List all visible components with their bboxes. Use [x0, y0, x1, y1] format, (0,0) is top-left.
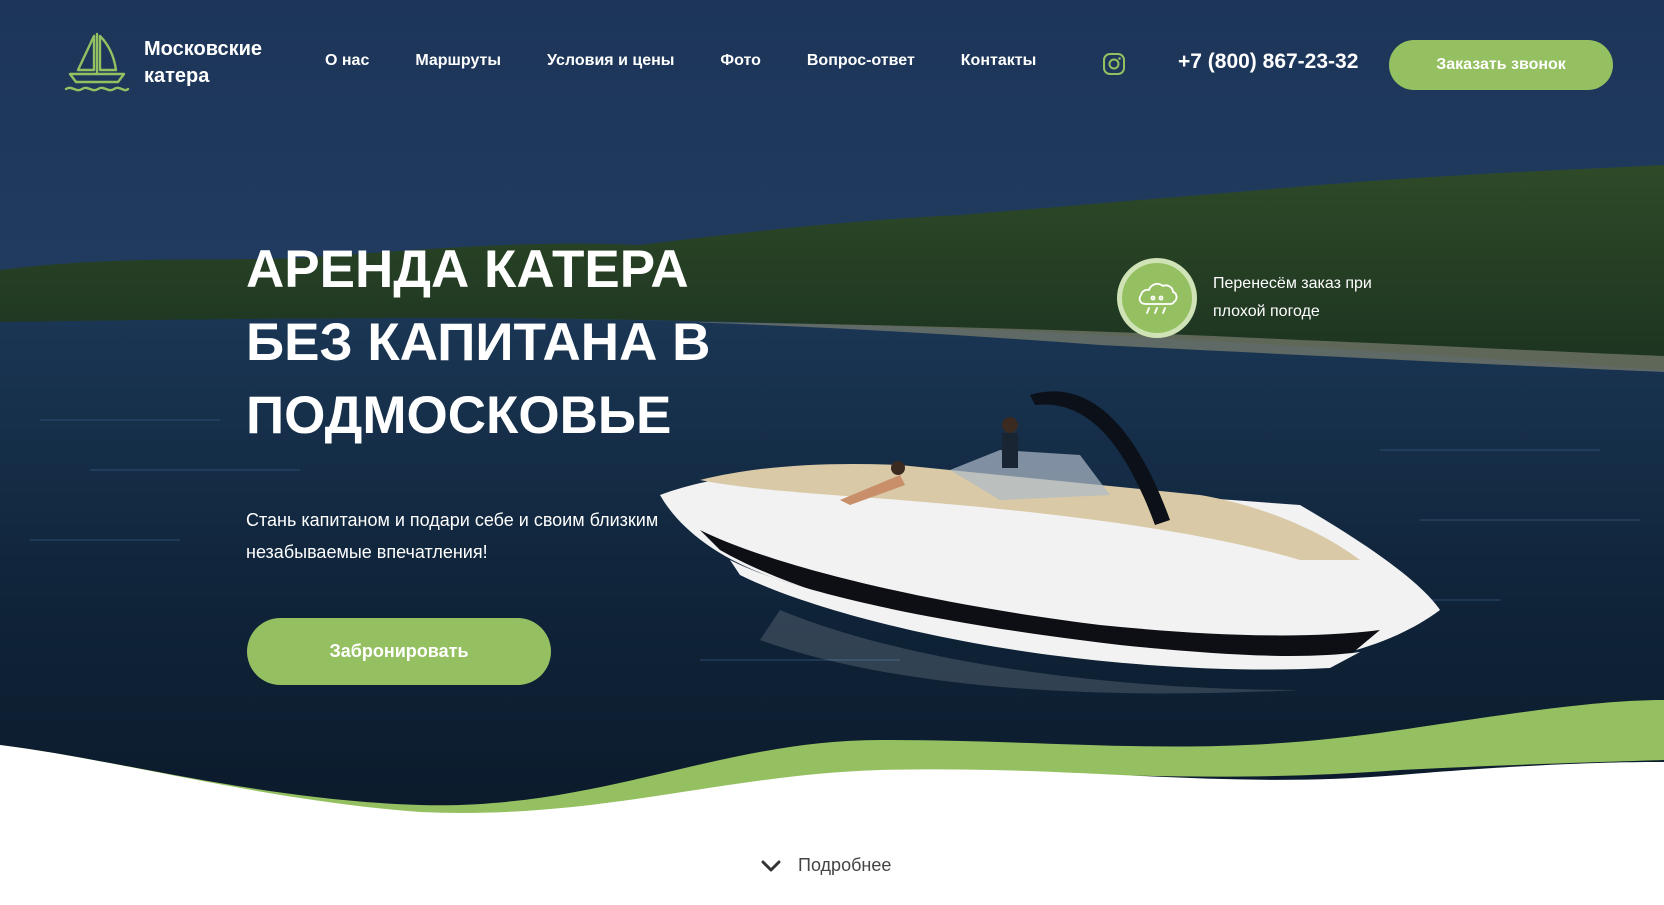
scroll-more-label: Подробнее	[798, 855, 892, 875]
nav-item-contacts[interactable]: Контакты	[961, 52, 1036, 70]
nav-item-faq[interactable]: Вопрос-ответ	[807, 52, 915, 70]
brand-name: Московские катера	[144, 38, 263, 87]
sailboat-icon	[64, 32, 130, 92]
brand-logo[interactable]: Московские катера	[64, 32, 284, 94]
weather-note: Перенесём заказ при плохой погоде	[1213, 275, 1372, 320]
weather-badge	[1117, 258, 1197, 338]
hero-subtitle: Стань капитаном и подари себе и своим бл…	[246, 510, 659, 562]
main-nav: О нас Маршруты Условия и цены Фото Вопро…	[325, 52, 1082, 70]
hero-background-image	[0, 0, 1664, 905]
book-button[interactable]: Забронировать	[247, 618, 551, 685]
scroll-more[interactable]: Подробнее	[760, 855, 891, 876]
nav-item-photo[interactable]: Фото	[720, 52, 760, 70]
cloud-rain-icon	[1138, 283, 1178, 314]
order-call-button[interactable]: Заказать звонок	[1389, 40, 1613, 90]
chevron-down-icon	[761, 860, 781, 871]
nav-item-about[interactable]: О нас	[325, 52, 369, 70]
nav-item-terms-prices[interactable]: Условия и цены	[547, 52, 674, 70]
weather-guarantee: Перенесём заказ при плохой погоде	[1117, 258, 1373, 338]
nav-item-routes[interactable]: Маршруты	[415, 52, 501, 70]
hero-section: Московские катера О нас Маршруты Условия…	[0, 0, 1664, 905]
phone-link[interactable]: +7 (800) 867-23-32	[1178, 50, 1358, 74]
instagram-icon[interactable]	[1102, 52, 1126, 76]
hero-title: Аренда катера без капитана в Подмосковье	[246, 240, 711, 445]
